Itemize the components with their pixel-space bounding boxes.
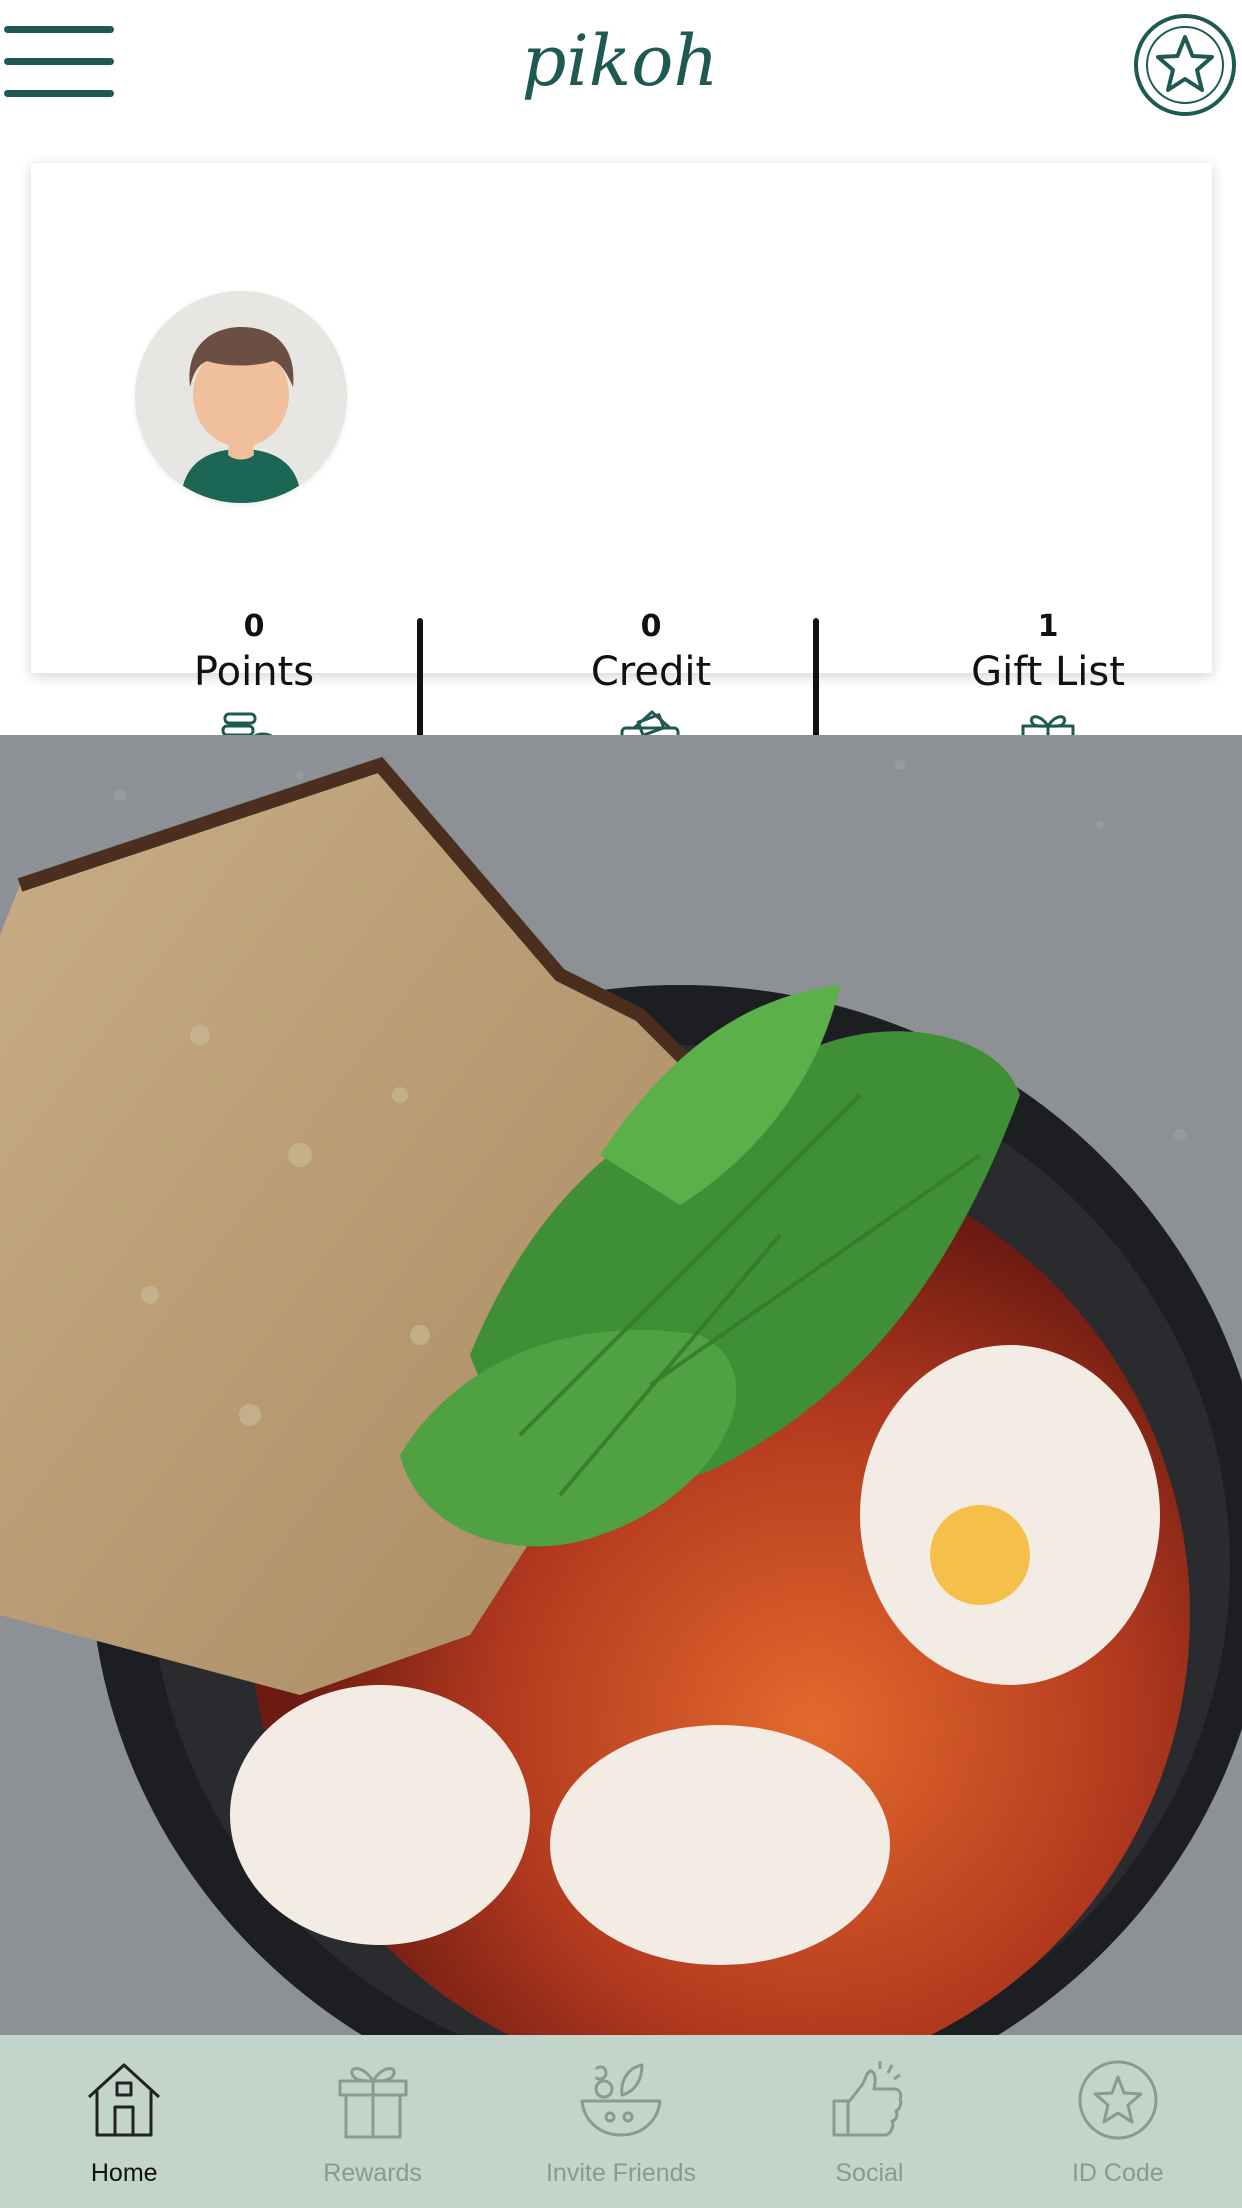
svg-text:pikoh: pikoh xyxy=(522,20,719,102)
hamburger-icon-bar xyxy=(4,26,114,33)
salad-bowl-icon xyxy=(580,2063,662,2137)
hamburger-icon-bar xyxy=(4,58,114,65)
credit-label: Credit xyxy=(590,649,712,695)
user-avatar-icon[interactable] xyxy=(135,291,347,503)
pikoh-logo: pikoh xyxy=(522,20,719,102)
profile-card: 0 Points 0 Credit 1 Gift List xyxy=(31,163,1212,774)
shakshuka-image xyxy=(0,735,1242,2035)
app-header: pikoh xyxy=(0,0,1242,140)
tab-id-code-label: ID Code xyxy=(1071,2159,1164,2187)
tab-invite-friends-label: Invite Friends xyxy=(545,2159,697,2187)
bottom-tab-bar: Home Rewards Invite Friends Social ID Co… xyxy=(0,2035,1242,2208)
star-badge-icon xyxy=(1078,2060,1158,2140)
hamburger-menu-button[interactable] xyxy=(4,26,114,106)
tab-social-label: Social xyxy=(835,2159,904,2187)
gift-list-value: 1 xyxy=(1037,609,1059,644)
gift-icon xyxy=(338,2067,408,2139)
tab-home[interactable]: Home xyxy=(0,2035,248,2208)
gift-list-label: Gift List xyxy=(971,649,1125,695)
thumbs-up-icon xyxy=(832,2061,903,2137)
points-value: 0 xyxy=(243,609,265,644)
hero-food-image xyxy=(0,735,1242,2035)
star-icon[interactable] xyxy=(1132,12,1238,118)
tab-social[interactable]: Social xyxy=(745,2035,993,2208)
home-icon xyxy=(88,2063,161,2137)
tab-id-code[interactable]: ID Code xyxy=(994,2035,1242,2208)
hamburger-icon-bar xyxy=(4,90,114,97)
tab-home-label: Home xyxy=(90,2159,158,2187)
tab-rewards[interactable]: Rewards xyxy=(248,2035,496,2208)
tab-invite-friends[interactable]: Invite Friends xyxy=(497,2035,745,2208)
points-label: Points xyxy=(193,649,315,695)
credit-value: 0 xyxy=(640,609,662,644)
tab-rewards-label: Rewards xyxy=(323,2159,422,2187)
